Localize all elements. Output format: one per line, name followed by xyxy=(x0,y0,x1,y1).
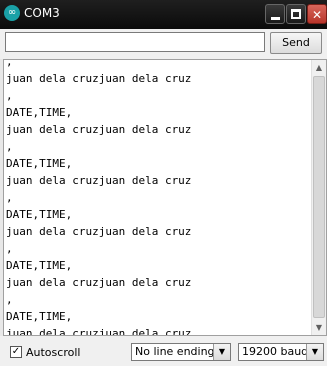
output-line: juan dela cruzjuan dela cruz xyxy=(6,123,192,136)
output-line: juan dela cruzjuan dela cruz xyxy=(6,225,192,238)
send-button[interactable]: Send xyxy=(270,32,322,54)
line-ending-value: No line ending xyxy=(135,345,215,358)
baud-rate-select[interactable]: 19200 baud ▼ xyxy=(238,343,324,361)
output-line: DATE,TIME, xyxy=(6,310,73,323)
output-line: DATE,TIME, xyxy=(6,208,73,221)
autoscroll-label: Autoscroll xyxy=(26,346,81,359)
output-line: juan dela cruzjuan dela cruz xyxy=(6,327,192,336)
window-title: COM3 xyxy=(24,6,60,20)
checkmark-icon: ✓ xyxy=(11,346,21,357)
maximize-button[interactable] xyxy=(286,4,306,24)
close-icon: ✕ xyxy=(311,8,323,22)
scroll-thumb[interactable] xyxy=(313,76,325,318)
output-line: , xyxy=(6,242,13,255)
arduino-icon: ∞ xyxy=(4,5,20,21)
status-bar: ✓ Autoscroll No line ending ▼ 19200 baud… xyxy=(0,336,327,366)
serial-input[interactable] xyxy=(5,32,265,52)
minimize-button[interactable] xyxy=(265,4,285,24)
scroll-down-icon[interactable]: ▼ xyxy=(312,320,326,335)
minimize-icon xyxy=(271,17,280,20)
output-line: DATE,TIME, xyxy=(6,157,73,170)
autoscroll-checkbox[interactable]: ✓ xyxy=(10,346,22,358)
scroll-up-icon[interactable]: ▲ xyxy=(312,60,326,75)
output-line: DATE,TIME, xyxy=(6,106,73,119)
serial-output-text: , juan dela cruzjuan dela cruz, DATE,TIME,… xyxy=(6,59,312,336)
output-line: , xyxy=(6,89,13,102)
close-button[interactable]: ✕ xyxy=(307,4,327,24)
vertical-scrollbar[interactable]: ▲ ▼ xyxy=(311,60,326,335)
output-line: , xyxy=(6,191,13,204)
line-ending-select[interactable]: No line ending ▼ xyxy=(131,343,231,361)
output-line: juan dela cruzjuan dela cruz xyxy=(6,276,192,289)
baud-rate-value: 19200 baud xyxy=(242,345,309,358)
send-row: Send xyxy=(0,29,327,59)
maximize-icon xyxy=(291,9,301,19)
output-line: , xyxy=(6,59,13,68)
output-line: DATE,TIME, xyxy=(6,259,73,272)
chevron-down-icon[interactable]: ▼ xyxy=(213,344,230,360)
chevron-down-icon[interactable]: ▼ xyxy=(306,344,323,360)
output-line: , xyxy=(6,293,13,306)
output-line: juan dela cruzjuan dela cruz xyxy=(6,72,192,85)
output-line: , xyxy=(6,140,13,153)
serial-output-area[interactable]: , juan dela cruzjuan dela cruz, DATE,TIME,… xyxy=(3,59,327,336)
output-line: juan dela cruzjuan dela cruz xyxy=(6,174,192,187)
title-bar: ∞ COM3 ✕ xyxy=(0,0,327,29)
